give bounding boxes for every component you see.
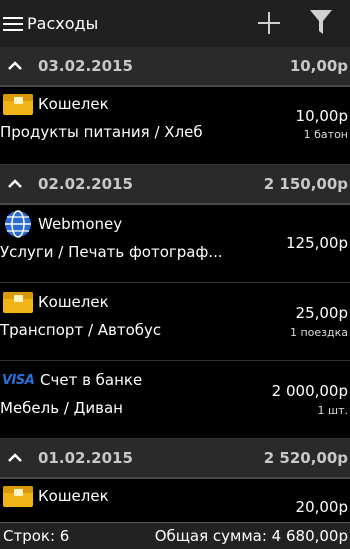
chevron-up-icon <box>8 179 22 188</box>
amount: 125,00р <box>285 234 348 252</box>
account-label: VISA Счет в банке <box>2 365 142 395</box>
app-bar: Расходы <box>0 0 350 47</box>
amount: 20,00р <box>295 498 348 516</box>
account-name: Кошелек <box>38 95 109 113</box>
account-label: Кошелек <box>2 89 109 119</box>
quantity: 1 батон <box>303 128 348 141</box>
group-date: 03.02.2015 <box>38 57 133 75</box>
group-header[interactable]: 03.02.2015 10,00р <box>0 47 350 87</box>
category: Транспорт / Автобус <box>0 321 162 339</box>
menu-icon[interactable] <box>3 16 23 31</box>
category: Услуги / Печать фотограф... <box>0 243 223 261</box>
amount: 2 000,00р <box>271 382 348 400</box>
account-label: Кошелек <box>2 481 109 511</box>
list-item[interactable]: Кошелек 20,00р <box>0 479 350 525</box>
add-icon[interactable] <box>256 10 282 36</box>
category: Продукты питания / Хлеб <box>0 123 203 141</box>
chevron-up-icon <box>8 453 22 462</box>
group-header[interactable]: 02.02.2015 2 150,00р <box>0 165 350 205</box>
amount: 10,00р <box>295 107 348 125</box>
list-item[interactable]: Кошелек Транспорт / Автобус 25,00р 1 пое… <box>0 283 350 361</box>
expense-list: 03.02.2015 10,00р Кошелек Продукты питан… <box>0 47 350 525</box>
quantity: 1 шт. <box>317 404 348 417</box>
account-name: Webmoney <box>38 215 123 233</box>
account-name: Кошелек <box>38 487 109 505</box>
filter-icon[interactable] <box>309 9 333 36</box>
quantity: 1 поездка <box>289 326 348 339</box>
list-item[interactable]: VISA Счет в банке Мебель / Диван 2 000,0… <box>0 361 350 439</box>
group-header[interactable]: 01.02.2015 2 520,00р <box>0 439 350 479</box>
visa-icon: VISA <box>2 372 35 388</box>
app-title: Расходы <box>27 14 99 33</box>
account-label: Webmoney <box>2 209 122 239</box>
account-label: Кошелек <box>2 287 109 317</box>
group-total: 10,00р <box>289 57 348 75</box>
row-count: Строк: 6 <box>3 527 70 545</box>
group-date: 02.02.2015 <box>38 175 133 193</box>
wallet-icon <box>3 486 33 507</box>
amount: 25,00р <box>295 304 348 322</box>
total-sum: Общая сумма: 4 680,00р <box>154 527 348 545</box>
account-name: Кошелек <box>38 293 109 311</box>
summary-footer: Строк: 6 Общая сумма: 4 680,00р <box>0 522 350 549</box>
group-total: 2 520,00р <box>263 449 348 467</box>
group-total: 2 150,00р <box>263 175 348 193</box>
wallet-icon <box>3 292 33 313</box>
wallet-icon <box>3 94 33 115</box>
group-date: 01.02.2015 <box>38 449 133 467</box>
list-item[interactable]: Webmoney Услуги / Печать фотограф... 125… <box>0 205 350 283</box>
list-item[interactable]: Кошелек Продукты питания / Хлеб 10,00р 1… <box>0 87 350 165</box>
chevron-up-icon <box>8 61 22 70</box>
account-name: Счет в банке <box>40 371 143 389</box>
category: Мебель / Диван <box>0 399 123 417</box>
webmoney-globe-icon <box>5 210 31 238</box>
